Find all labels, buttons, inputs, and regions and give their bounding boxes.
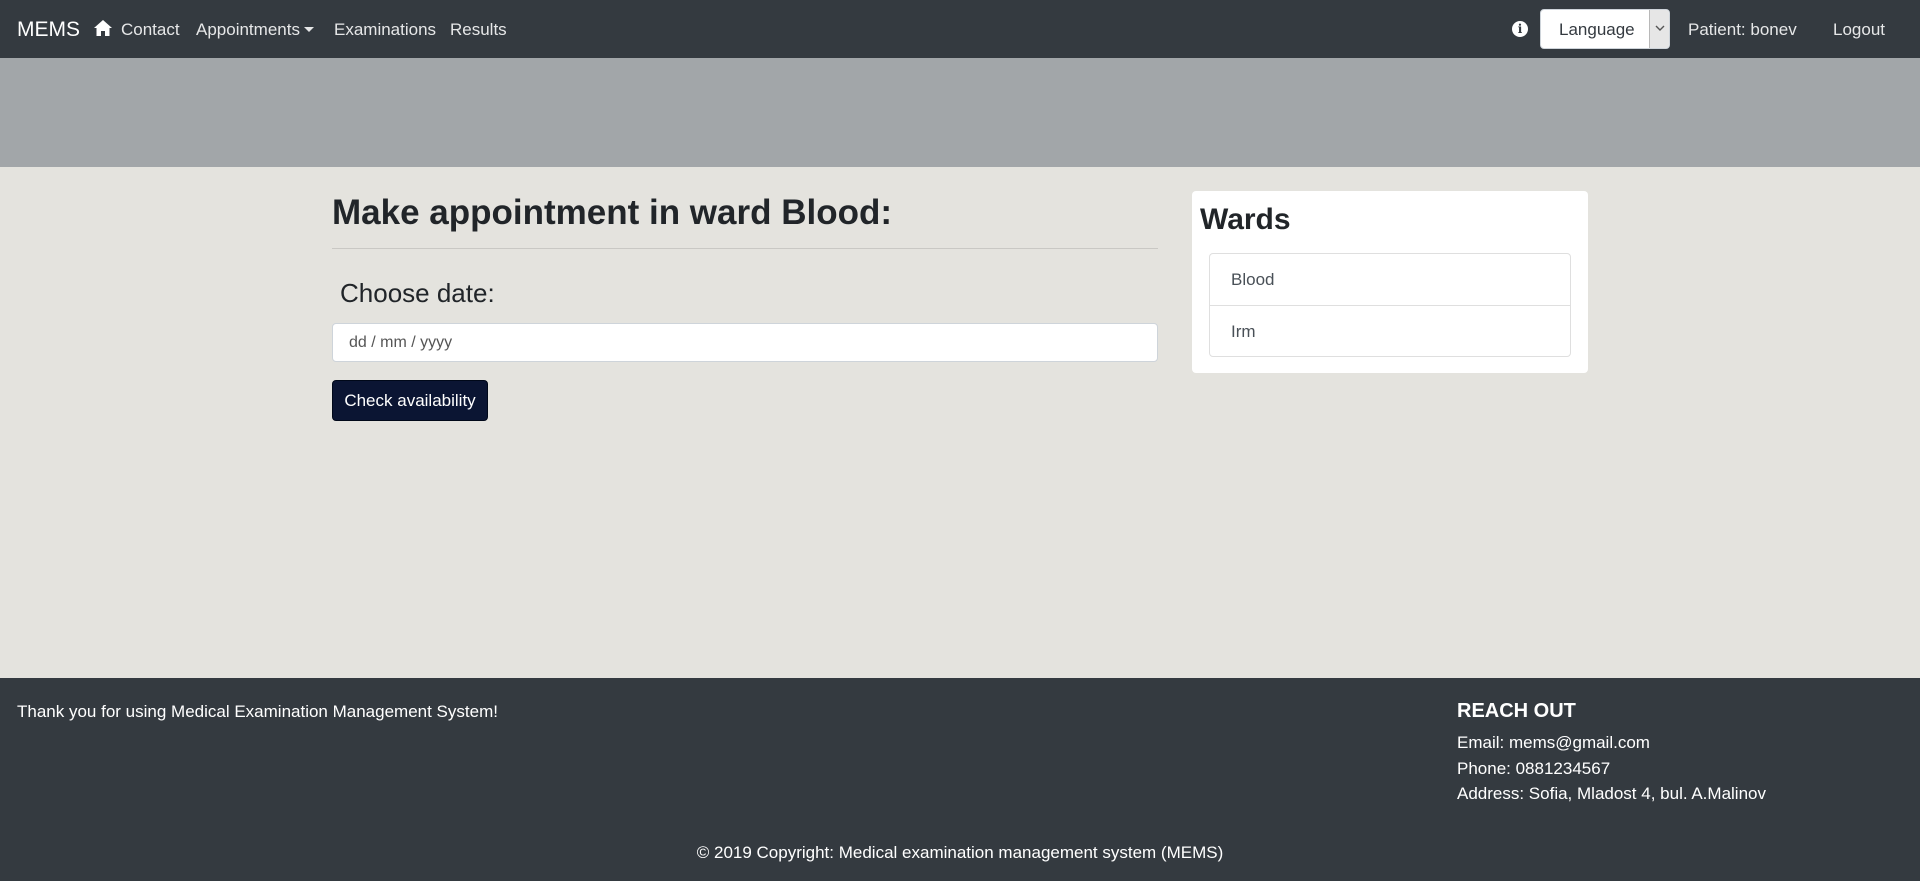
date-input[interactable]: [332, 323, 1158, 362]
nav-contact[interactable]: Contact: [121, 19, 180, 41]
language-select[interactable]: Language: [1540, 9, 1670, 49]
check-availability-button[interactable]: Check availability: [332, 380, 488, 421]
wards-list: Blood Irm: [1209, 253, 1571, 357]
nav-appointments-label: Appointments: [196, 20, 300, 39]
brand-link[interactable]: MEMS: [17, 17, 80, 43]
wards-title: Wards: [1200, 203, 1291, 236]
ward-item-irm[interactable]: Irm: [1210, 305, 1570, 356]
ward-item-blood[interactable]: Blood: [1210, 254, 1570, 305]
nav-patient-profile[interactable]: Patient: bonev: [1688, 19, 1797, 41]
nav-appointments-dropdown[interactable]: Appointments: [196, 19, 314, 41]
footer-thanks-text: Thank you for using Medical Examination …: [17, 702, 498, 721]
nav-logout[interactable]: Logout: [1833, 19, 1885, 41]
nav-results[interactable]: Results: [450, 19, 507, 41]
contact-phone: Phone: 0881234567: [1457, 759, 1611, 778]
choose-date-label: Choose date:: [340, 278, 495, 308]
home-icon[interactable]: [93, 19, 113, 37]
copyright-text: © 2019 Copyright: Medical examination ma…: [696, 843, 1224, 862]
wards-card: Wards Blood Irm: [1192, 191, 1588, 373]
hero-banner: [0, 58, 1920, 167]
language-select-value: Language: [1559, 20, 1635, 39]
info-icon[interactable]: i: [1512, 21, 1528, 37]
caret-down-icon: [303, 27, 314, 32]
page-footer: Thank you for using Medical Examination …: [0, 678, 1920, 881]
contact-email: Email: mems@gmail.com: [1457, 733, 1650, 752]
nav-examinations[interactable]: Examinations: [334, 19, 436, 41]
title-divider: [332, 248, 1158, 249]
contact-address: Address: Sofia, Mladost 4, bul. A.Malino…: [1457, 784, 1766, 803]
page-title: Make appointment in ward Blood:: [332, 193, 893, 232]
reach-out-heading: REACH OUT: [1457, 700, 1576, 722]
chevron-down-icon[interactable]: [1649, 10, 1669, 48]
top-navbar: MEMS Contact Appointments Examinations R…: [0, 0, 1920, 58]
